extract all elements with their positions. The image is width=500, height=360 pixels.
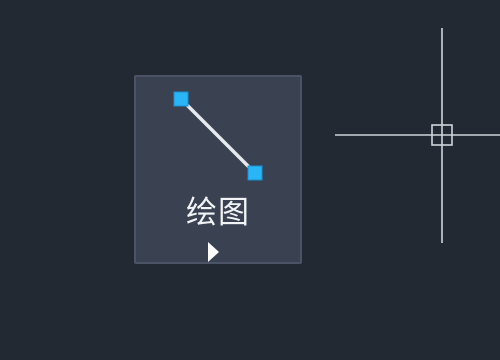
line-icon — [173, 91, 263, 181]
drawing-canvas[interactable]: 绘图 — [0, 0, 500, 360]
draw-button-label: 绘图 — [186, 195, 250, 231]
triangle-right-icon[interactable] — [206, 241, 220, 263]
draw-panel-button[interactable]: 绘图 — [134, 75, 302, 264]
